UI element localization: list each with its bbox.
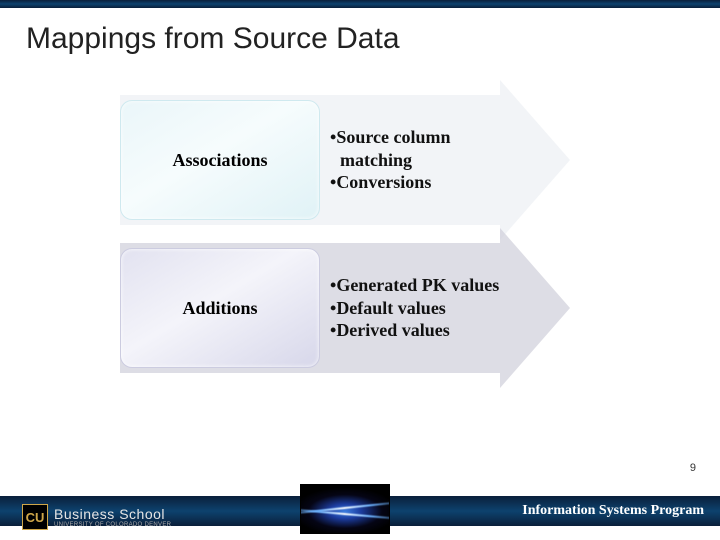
card-label: Associations xyxy=(172,150,267,171)
program-name: Information Systems Program xyxy=(522,503,704,519)
bullet-text: Default values xyxy=(336,298,446,318)
bullets-additions: •Generated PK values •Default values •De… xyxy=(320,274,500,342)
bullet-text: Generated PK values xyxy=(336,275,499,295)
school-logo: CU Business School UNIVERSITY OF COLORAD… xyxy=(22,504,171,530)
bullet-item: •Default values xyxy=(330,297,500,320)
logo-mark-icon: CU xyxy=(22,504,48,530)
bullet-text: Source column matching xyxy=(336,127,450,170)
bullet-item: •Derived values xyxy=(330,319,500,342)
page-number: 9 xyxy=(690,462,696,474)
card-associations: Associations xyxy=(120,100,320,220)
bullet-item: •Source column matching xyxy=(330,126,500,171)
footer: Information Systems Program CU Business … xyxy=(0,482,720,540)
logo-line2: UNIVERSITY OF COLORADO DENVER xyxy=(54,522,171,528)
top-accent-bar xyxy=(0,0,720,8)
footer-decorative-image xyxy=(300,484,390,534)
card-label: Additions xyxy=(182,298,257,319)
card-additions: Additions xyxy=(120,248,320,368)
bullet-item: •Generated PK values xyxy=(330,274,500,297)
block-additions: Additions •Generated PK values •Default … xyxy=(120,248,600,368)
logo-text: Business School UNIVERSITY OF COLORADO D… xyxy=(54,506,171,528)
diagram-area: Associations •Source column matching •Co… xyxy=(120,100,600,396)
bullet-text: Derived values xyxy=(336,320,449,340)
slide-title: Mappings from Source Data xyxy=(0,8,720,56)
arrow-head-icon xyxy=(500,80,570,240)
bullet-text: Conversions xyxy=(336,172,431,192)
logo-line1: Business School xyxy=(54,506,171,522)
bullet-item: •Conversions xyxy=(330,171,500,194)
bullets-associations: •Source column matching •Conversions xyxy=(320,126,500,194)
block-associations: Associations •Source column matching •Co… xyxy=(120,100,600,220)
arrow-head-icon xyxy=(500,228,570,388)
